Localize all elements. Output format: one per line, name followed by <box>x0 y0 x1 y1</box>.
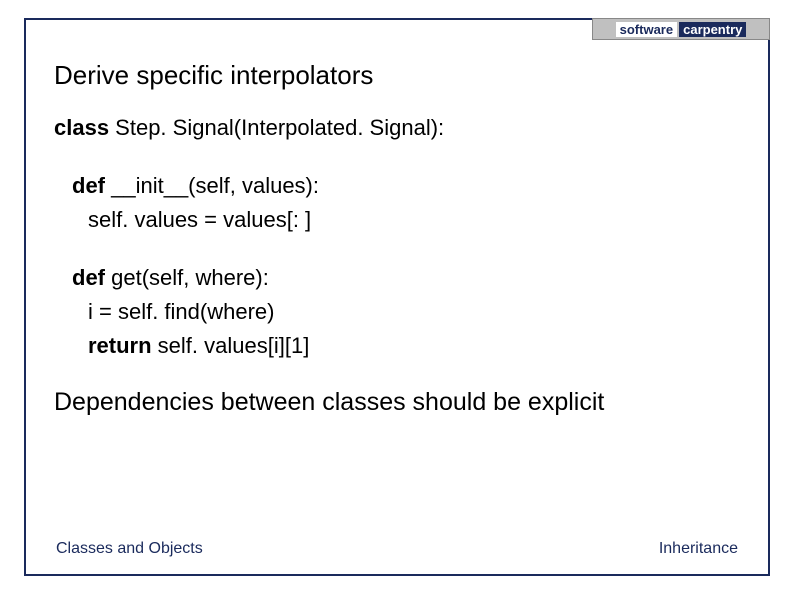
logo-left: software <box>616 22 677 37</box>
return-expr: self. values[i][1] <box>152 333 310 358</box>
code-line: def get(self, where): <box>54 261 740 295</box>
get-signature: get(self, where): <box>105 265 269 290</box>
keyword-def: def <box>72 265 105 290</box>
keyword-def: def <box>72 173 105 198</box>
slide-title: Derive specific interpolators <box>54 60 740 91</box>
slide-frame: software carpentry Derive specific inter… <box>24 18 770 576</box>
code-line: self. values = values[: ] <box>54 203 740 237</box>
code-line: def __init__(self, values): <box>54 169 740 203</box>
code-line: return self. values[i][1] <box>54 329 740 363</box>
code-line: class Step. Signal(Interpolated. Signal)… <box>54 111 740 145</box>
init-signature: __init__(self, values): <box>105 173 319 198</box>
slide-content: Derive specific interpolators class Step… <box>26 20 768 417</box>
code-block: class Step. Signal(Interpolated. Signal)… <box>54 111 740 364</box>
footer-left: Classes and Objects <box>56 540 203 558</box>
keyword-class: class <box>54 115 109 140</box>
slide-note: Dependencies between classes should be e… <box>54 388 740 417</box>
code-line: i = self. find(where) <box>54 295 740 329</box>
logo-right: carpentry <box>679 22 746 37</box>
logo-badge: software carpentry <box>592 18 770 40</box>
footer-right: Inheritance <box>659 540 738 558</box>
class-signature: Step. Signal(Interpolated. Signal): <box>109 115 444 140</box>
keyword-return: return <box>88 333 152 358</box>
